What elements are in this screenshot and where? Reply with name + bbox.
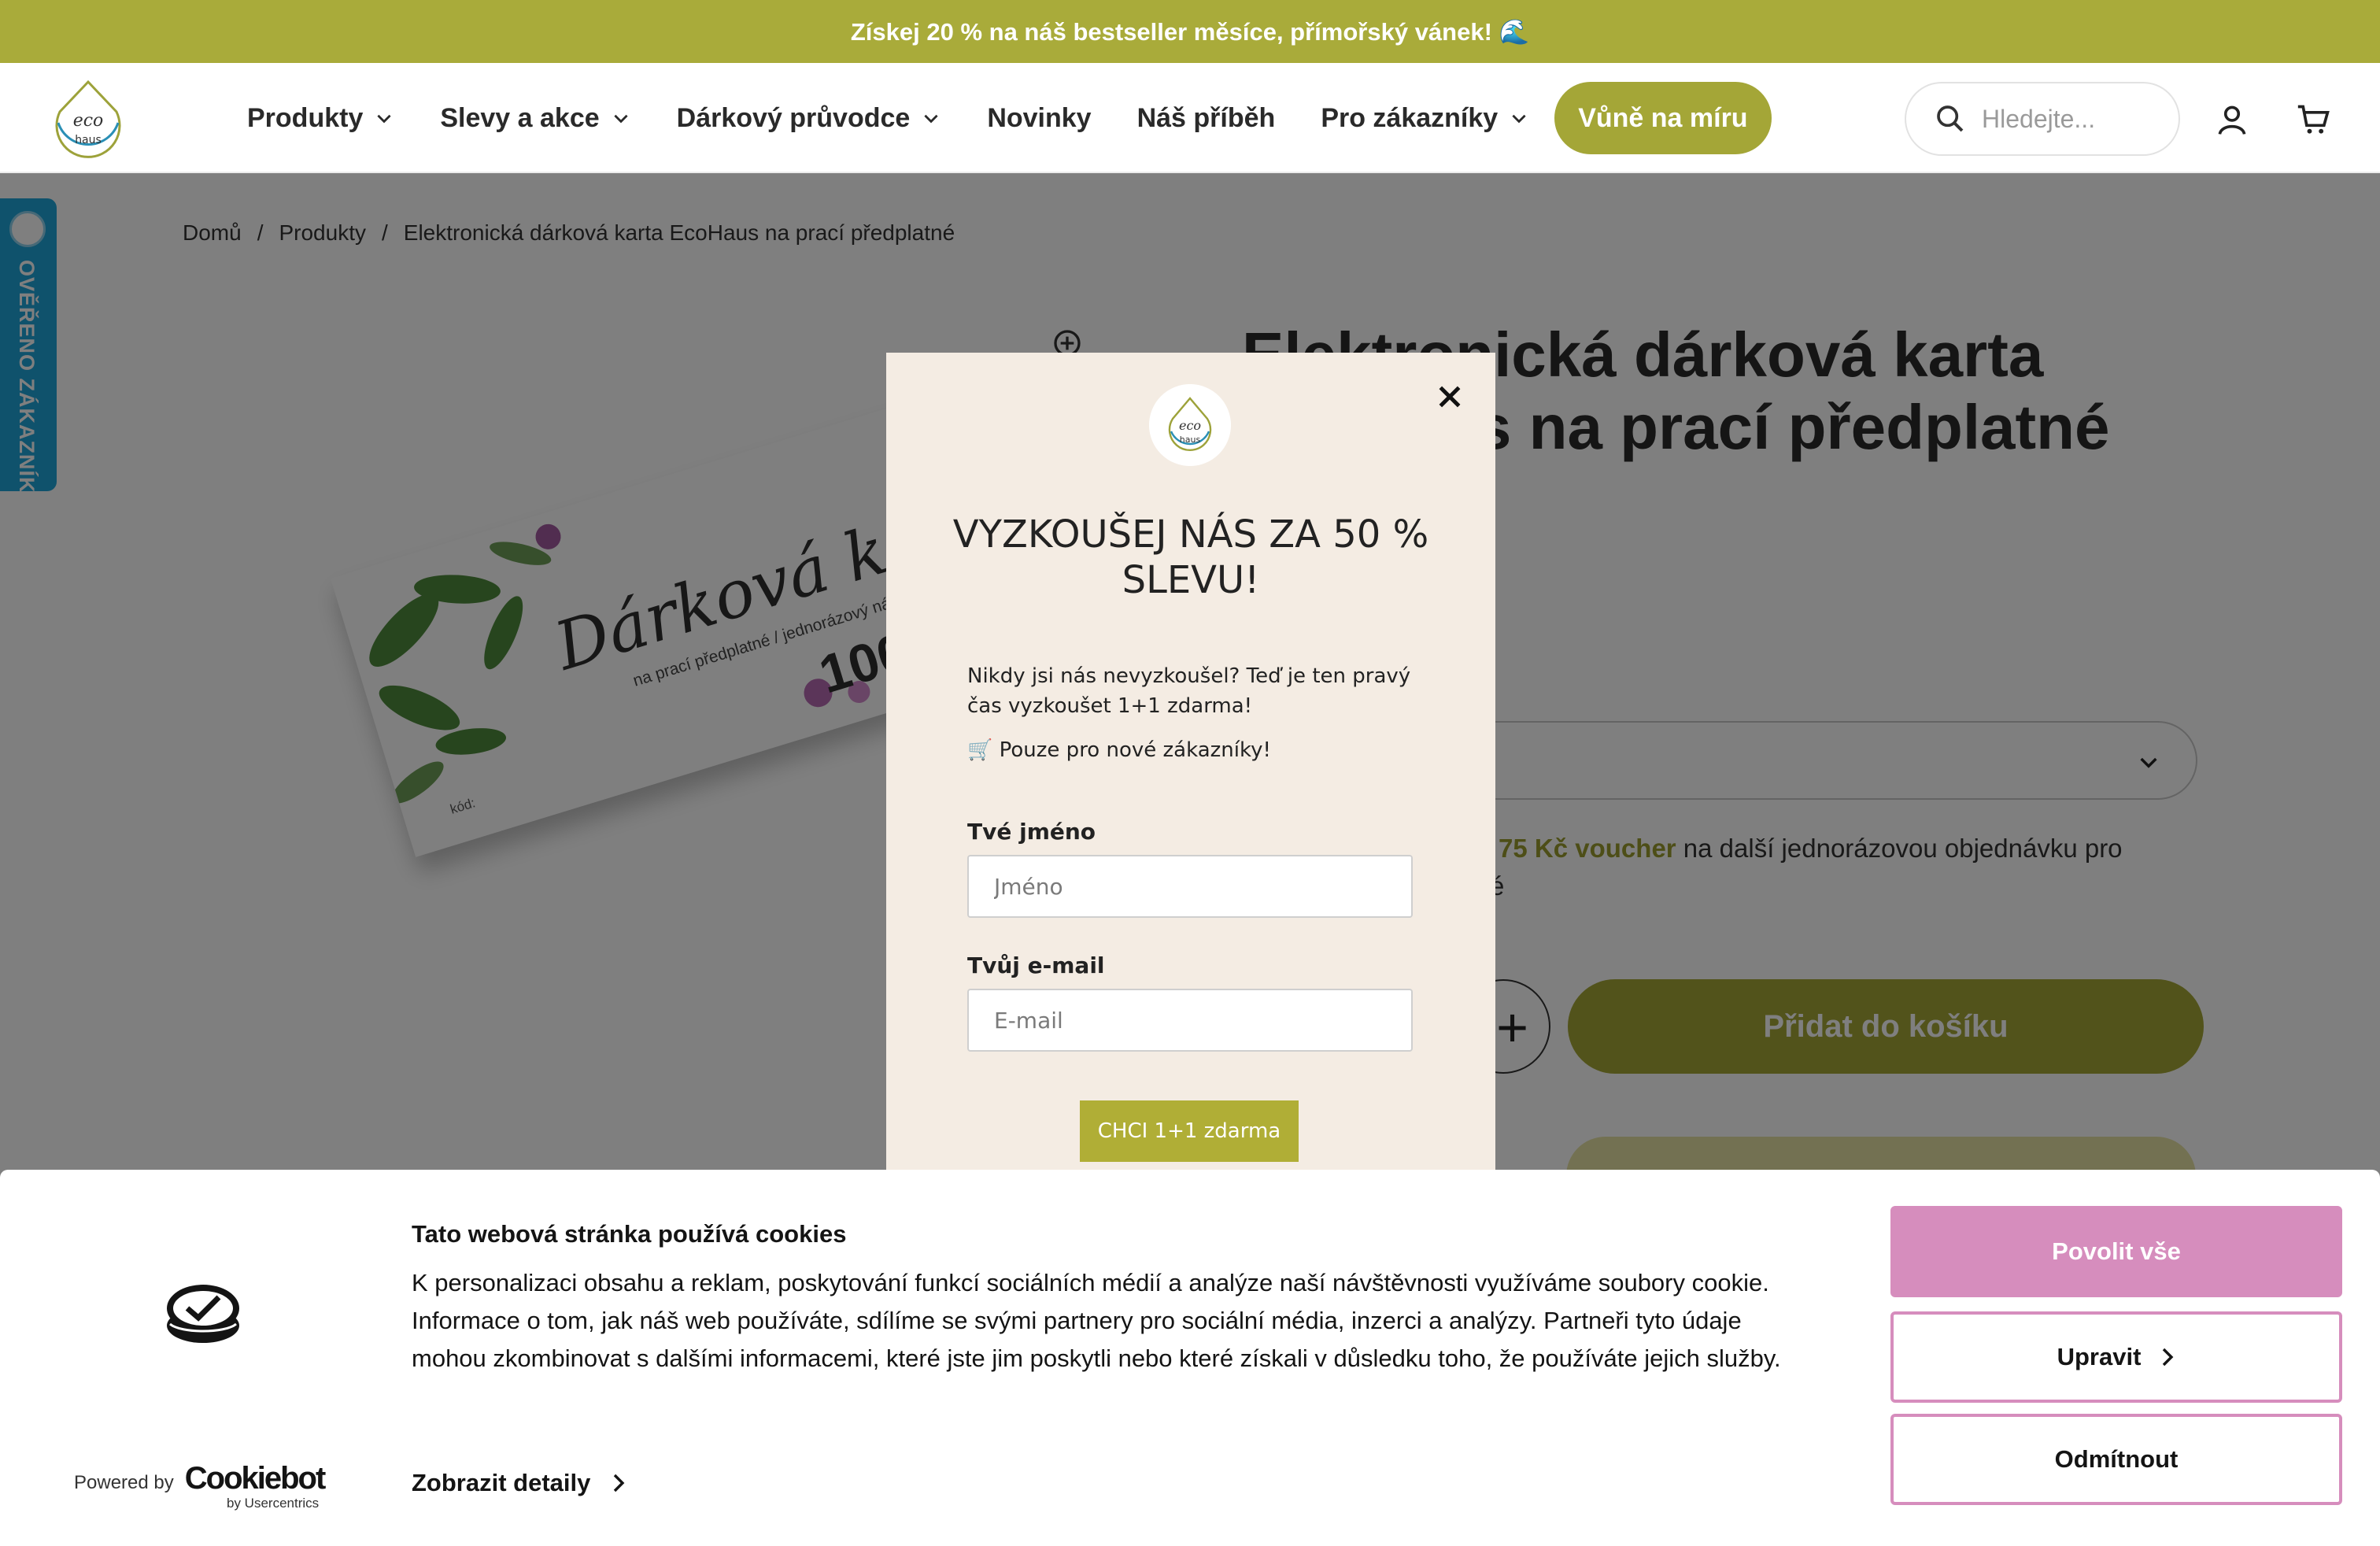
main-nav: Produkty Slevy a akce Dárkový průvodce N…	[247, 63, 1772, 173]
cookie-title: Tato webová stránka používá cookies	[412, 1220, 847, 1248]
name-label: Tvé jméno	[967, 819, 1096, 845]
svg-text:haus: haus	[75, 134, 102, 146]
edit-label: Upravit	[2057, 1343, 2142, 1370]
nav-label: Produkty	[247, 102, 364, 133]
cookiebot-logo	[167, 1285, 239, 1343]
nav-label: Novinky	[987, 102, 1092, 133]
eco-haus-logo[interactable]: eco haus	[44, 77, 132, 159]
close-icon[interactable]	[1434, 381, 1465, 412]
nav-label: Pro zákazníky	[1321, 102, 1499, 133]
cart-icon[interactable]	[2297, 102, 2331, 137]
eco-haus-logo: eco haus	[1149, 384, 1231, 466]
popup-text: Nikdy jsi nás nevyzkoušel? Teď je ten pr…	[967, 664, 1411, 718]
nav-item-pro-zakazniky[interactable]: Pro zákazníky	[1321, 103, 1529, 134]
nav-item-nas-pribeh[interactable]: Náš příběh	[1137, 103, 1276, 134]
search-box[interactable]	[1905, 82, 2180, 156]
popup-note: 🛒 Pouze pro nové zákazníky!	[967, 738, 1271, 762]
svg-text:eco: eco	[1179, 418, 1201, 433]
nav-label: Dárkový průvodce	[676, 102, 911, 133]
discount-popup: eco haus VYZKOUŠEJ NÁS ZA 50 % SLEVU! Ni…	[886, 353, 1495, 1187]
announcement-bar[interactable]: Získej 20 % na náš bestseller měsíce, př…	[0, 0, 2380, 63]
chevron-down-icon	[1512, 114, 1526, 124]
cookiebot-powered-by[interactable]: Powered by Cookiebot by Usercentrics	[74, 1461, 327, 1511]
user-icon[interactable]	[2215, 102, 2249, 137]
cookiebot-brand-sub: by Usercentrics	[227, 1496, 320, 1511]
chevron-down-icon	[614, 114, 628, 124]
search-icon	[1937, 105, 1964, 132]
popup-title: VYZKOUŠEJ NÁS ZA 50 % SLEVU!	[952, 512, 1429, 602]
powered-by-label: Powered by	[74, 1472, 174, 1493]
details-label: Zobrazit detaily	[412, 1469, 591, 1496]
reject-button[interactable]: Odmítnout	[1890, 1414, 2342, 1505]
cookie-banner: Powered by Cookiebot by Usercentrics Tat…	[0, 1170, 2380, 1546]
show-details-link[interactable]: Zobrazit detaily	[412, 1469, 626, 1497]
nav-item-darkovy-pruvodce[interactable]: Dárkový průvodce	[677, 103, 942, 134]
name-field[interactable]	[967, 855, 1413, 918]
email-label: Tvůj e-mail	[967, 952, 1105, 978]
nav-item-novinky[interactable]: Novinky	[987, 103, 1091, 134]
site-header: eco haus Produkty Slevy a akce Dárkový p…	[0, 63, 2380, 173]
nav-item-produkty[interactable]: Produkty	[247, 103, 394, 134]
popup-submit-button[interactable]: CHCI 1+1 zdarma	[1080, 1100, 1299, 1162]
nav-label: Náš příběh	[1136, 102, 1276, 133]
cookiebot-brand: Cookiebot	[184, 1461, 327, 1496]
chevron-down-icon	[377, 114, 391, 124]
chevron-right-icon	[614, 1474, 625, 1492]
svg-text:eco: eco	[73, 111, 104, 131]
edit-cookies-button[interactable]: Upravit	[1890, 1311, 2342, 1403]
nav-item-slevy[interactable]: Slevy a akce	[440, 103, 630, 134]
nav-label: Slevy a akce	[440, 102, 600, 133]
custom-scent-button[interactable]: Vůně na míru	[1554, 82, 1772, 154]
svg-text:haus: haus	[1180, 435, 1201, 445]
chevron-down-icon	[924, 114, 938, 124]
search-input[interactable]	[1982, 104, 2155, 134]
email-field[interactable]	[967, 989, 1413, 1052]
chevron-right-icon	[2163, 1348, 2174, 1367]
allow-all-button[interactable]: Povolit vše	[1890, 1206, 2342, 1297]
cookie-text: K personalizaci obsahu a reklam, poskyto…	[412, 1269, 1781, 1372]
